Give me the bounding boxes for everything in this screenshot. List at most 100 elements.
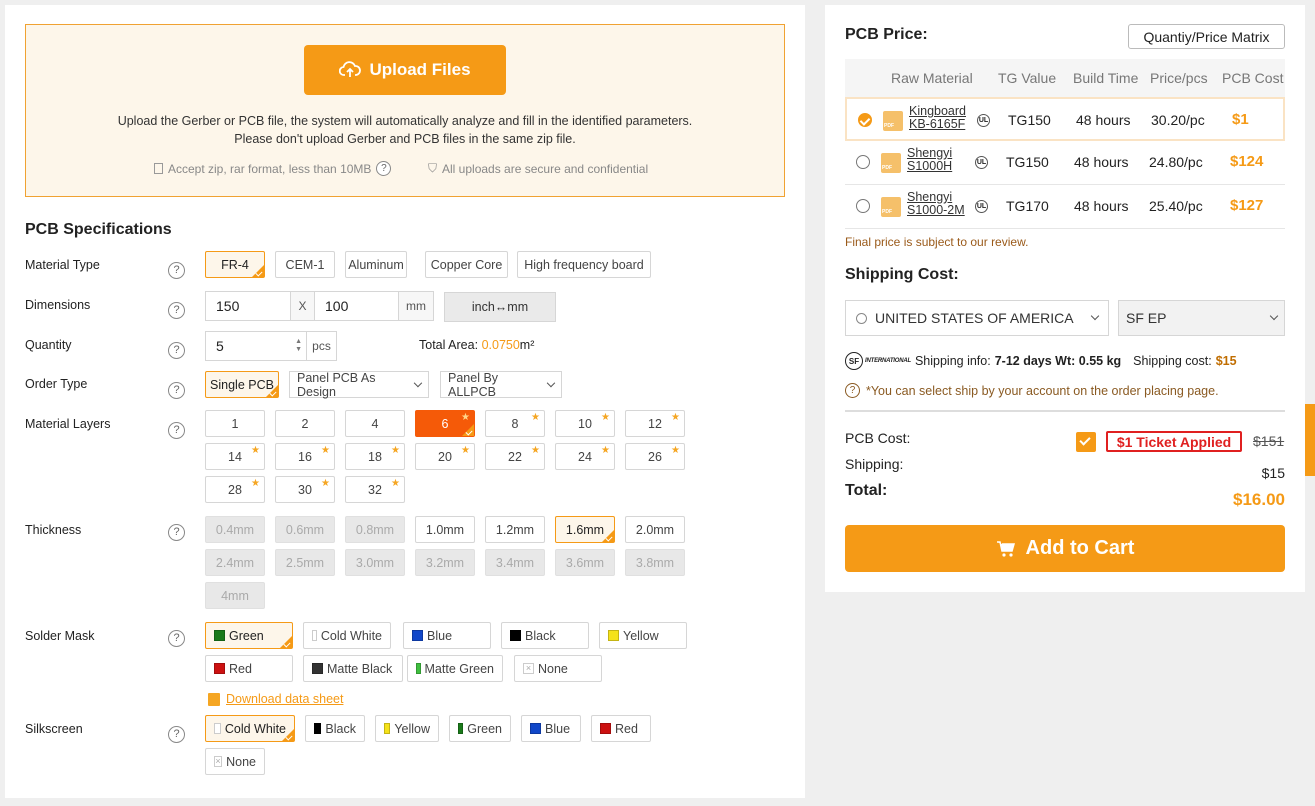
layer-option-26[interactable]: 26 ★ [625, 443, 685, 470]
star-icon: ★ [461, 412, 470, 423]
layer-option-14[interactable]: 14 ★ [205, 443, 265, 470]
thickness-option-4mm[interactable]: 4mm [205, 582, 265, 609]
layer-option-28[interactable]: 28 ★ [205, 476, 265, 503]
help-icon[interactable]: ? [168, 523, 185, 541]
solder-mask-none[interactable]: × None [514, 655, 602, 682]
layer-option-24[interactable]: 24 ★ [555, 443, 615, 470]
material-link[interactable]: Kingboard KB-6165F [909, 105, 966, 131]
thickness-option-1-2mm[interactable]: 1.2mm [485, 516, 545, 543]
price-row[interactable]: ShengyiS1000-2M UL TG170 48 hours 25.40/pc $1… [845, 185, 1285, 229]
layer-option-16[interactable]: 16 ★ [275, 443, 335, 470]
ticket-checkbox[interactable] [1076, 432, 1096, 452]
solder-mask-yellow[interactable]: Yellow [599, 622, 687, 649]
silkscreen-cold-white[interactable]: Cold White [205, 715, 295, 742]
help-icon[interactable]: ? [168, 421, 185, 439]
quantity-stepper[interactable]: ▲ ▼ [295, 338, 302, 354]
height-input[interactable]: 100 [314, 291, 399, 321]
thickness-option-3-0mm[interactable]: 3.0mm [345, 549, 405, 576]
material-option-cem-1[interactable]: CEM-1 [275, 251, 335, 278]
thickness-option-1-6mm[interactable]: 1.6mm [555, 516, 615, 543]
layer-option-30[interactable]: 30 ★ [275, 476, 335, 503]
chevron-down-icon [1269, 311, 1279, 321]
solder-mask-matte-green[interactable]: Matte Green [407, 655, 503, 682]
help-icon[interactable]: ? [168, 629, 185, 647]
country-select[interactable]: UNITED STATES OF AMERICA [845, 300, 1109, 336]
thickness-option-3-2mm[interactable]: 3.2mm [415, 549, 475, 576]
unit-toggle-button[interactable]: inch↔mm [444, 292, 556, 322]
width-input[interactable]: 150 [205, 291, 291, 321]
silkscreen-yellow[interactable]: Yellow [375, 715, 439, 742]
color-swatch [214, 723, 221, 734]
layer-option-20[interactable]: 20 ★ [415, 443, 475, 470]
silkscreen-black[interactable]: Black [305, 715, 365, 742]
upload-files-button[interactable]: Upload Files [304, 45, 506, 95]
material-radio[interactable] [856, 199, 870, 213]
thickness-option-0-4mm[interactable]: 0.4mm [205, 516, 265, 543]
panel-as-design-select[interactable]: Panel PCB As Design [289, 371, 429, 399]
thickness-option-3-6mm[interactable]: 3.6mm [555, 549, 615, 576]
thickness-option-2-0mm[interactable]: 2.0mm [625, 516, 685, 543]
total-area: Total Area: 0.0750m² [419, 338, 535, 352]
help-icon[interactable]: ? [168, 341, 185, 359]
order-single-pcb[interactable]: Single PCB [205, 371, 279, 398]
help-icon[interactable]: ? [845, 383, 860, 398]
download-datasheet-link[interactable]: Download data sheet [208, 692, 343, 706]
silkscreen-none[interactable]: × None [205, 748, 265, 775]
thickness-option-0-8mm[interactable]: 0.8mm [345, 516, 405, 543]
price-row[interactable]: ShengyiS1000H UL TG150 48 hours 24.80/pc $124 [845, 141, 1285, 185]
layer-option-2[interactable]: 2 [275, 410, 335, 437]
material-option-fr-4[interactable]: FR-4 [205, 251, 265, 278]
help-icon[interactable]: ? [168, 381, 185, 399]
account-ship-note: ? *You can select ship by your account o… [845, 383, 1219, 398]
silkscreen-green[interactable]: Green [449, 715, 511, 742]
material-link[interactable]: Shengyi S1000H [907, 147, 952, 173]
layer-option-18[interactable]: 18 ★ [345, 443, 405, 470]
price-row[interactable]: KingboardKB-6165F UL TG150 48 hours 30.20/pc… [845, 97, 1285, 141]
price-matrix-button[interactable]: Quantiy/Price Matrix [1128, 24, 1285, 49]
help-icon[interactable]: ? [168, 261, 185, 279]
layer-option-32[interactable]: 32 ★ [345, 476, 405, 503]
thickness-option-3-8mm[interactable]: 3.8mm [625, 549, 685, 576]
upload-area[interactable]: Upload Files Upload the Gerber or PCB fi… [25, 24, 785, 197]
help-icon[interactable]: ? [168, 301, 185, 319]
quantity-input[interactable]: 5 ▲ ▼ [205, 331, 307, 361]
shipping-method-select[interactable]: SF EP [1118, 300, 1285, 336]
solder-mask-cold-white[interactable]: Cold White [303, 622, 391, 649]
silkscreen-red[interactable]: Red [591, 715, 651, 742]
material-option-copper-core[interactable]: Copper Core [425, 251, 508, 278]
layer-option-8[interactable]: 8 ★ [485, 410, 545, 437]
panel-by-allpcb-select[interactable]: Panel By ALLPCB [440, 371, 562, 399]
thickness-option-2-5mm[interactable]: 2.5mm [275, 549, 335, 576]
pcb-cost-label: PCB Cost: [845, 430, 911, 446]
layer-option-1[interactable]: 1 [205, 410, 265, 437]
layer-option-12[interactable]: 12 ★ [625, 410, 685, 437]
thickness-option-1-0mm[interactable]: 1.0mm [415, 516, 475, 543]
solder-mask-matte-black[interactable]: Matte Black [303, 655, 403, 682]
thickness-option-3-4mm[interactable]: 3.4mm [485, 549, 545, 576]
solder-mask-red[interactable]: Red [205, 655, 293, 682]
help-icon[interactable]: ? [168, 725, 185, 743]
material-option-high-frequency-board[interactable]: High frequency board [517, 251, 651, 278]
material-option-aluminum[interactable]: Aluminum [345, 251, 407, 278]
order-type-label: Order Type [25, 377, 88, 391]
layer-option-4[interactable]: 4 [345, 410, 405, 437]
star-icon: ★ [321, 478, 330, 489]
thickness-option-0-6mm[interactable]: 0.6mm [275, 516, 335, 543]
quantity-unit: pcs [306, 331, 337, 361]
layer-option-10[interactable]: 10 ★ [555, 410, 615, 437]
solder-mask-green[interactable]: Green [205, 622, 293, 649]
material-radio[interactable] [858, 113, 872, 127]
help-icon[interactable]: ? [376, 161, 392, 176]
material-link[interactable]: Shengyi S1000-2M [907, 191, 965, 217]
dimension-separator: X [290, 291, 315, 321]
solder-mask-blue[interactable]: Blue [403, 622, 491, 649]
silkscreen-blue[interactable]: Blue [521, 715, 581, 742]
layer-option-6[interactable]: 6 ★ [415, 410, 475, 437]
solder-mask-black[interactable]: Black [501, 622, 589, 649]
color-swatch [314, 723, 322, 734]
add-to-cart-button[interactable]: Add to Cart [845, 525, 1285, 572]
thickness-option-2-4mm[interactable]: 2.4mm [205, 549, 265, 576]
material-radio[interactable] [856, 155, 870, 169]
layer-option-22[interactable]: 22 ★ [485, 443, 545, 470]
side-tab[interactable] [1305, 404, 1315, 476]
